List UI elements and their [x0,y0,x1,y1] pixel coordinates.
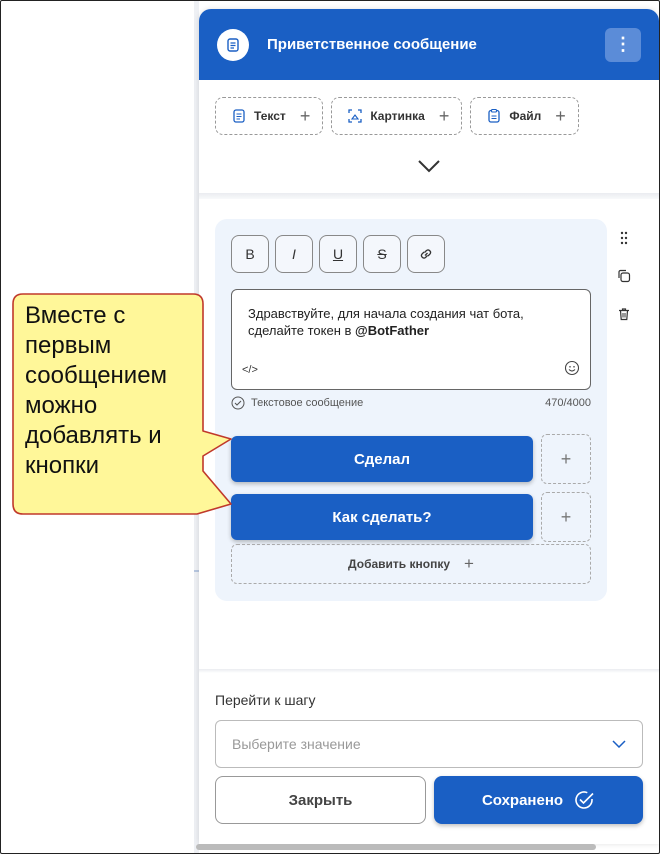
close-button[interactable]: Закрыть [215,776,426,824]
add-text-button[interactable]: Текст + [215,97,324,135]
tool-label: Картинка [370,109,425,123]
code-icon[interactable]: </> [242,362,258,379]
panel-header: Приветственное сообщение ⋮ [199,9,659,80]
link-icon [420,249,432,259]
add-file-button[interactable]: Файл + [470,97,579,135]
message-text-line1: Здравствуйте, для начала создания чат бо… [248,306,524,321]
chevron-down-icon [612,740,626,748]
bold-button[interactable]: B [231,235,269,273]
message-meta: Текстовое сообщение 470/4000 [231,396,591,410]
trash-icon[interactable] [615,303,633,325]
horizontal-scrollbar[interactable] [196,844,596,850]
message-type-label: Текстовое сообщение [251,397,364,409]
botfather-mention: @BotFather [355,323,430,338]
add-button-button[interactable]: Добавить кнопку + [231,544,591,584]
section-divider [199,193,659,199]
text-doc-icon [233,109,245,123]
copy-icon[interactable] [615,265,633,287]
save-label: Сохранено [481,791,564,809]
file-icon [488,109,500,123]
plus-icon: + [464,554,474,573]
save-button[interactable]: Сохранено [434,776,643,824]
goto-step-label: Перейти к шагу [215,692,316,708]
underline-button[interactable]: U [319,235,357,273]
emoji-icon[interactable] [564,360,580,380]
check-circle-icon [575,791,594,809]
message-side-actions [615,227,633,325]
screenshot-frame: Приветственное сообщение ⋮ Текст + Карти… [0,0,660,854]
add-row-button-plus-icon[interactable]: + [541,434,591,484]
message-icon [217,28,249,61]
add-image-button[interactable]: Картинка + [331,97,463,135]
kebab-menu-button[interactable]: ⋮ [605,27,641,62]
format-toolbar: B I U S [231,235,445,273]
message-text-input[interactable]: Здравствуйте, для начала создания чат бо… [231,289,591,390]
italic-button[interactable]: I [275,235,313,273]
content-type-toolbar: Текст + Картинка + Файл + [215,97,579,135]
add-row-button-plus-icon[interactable]: + [541,492,591,542]
expand-chevron-icon[interactable] [417,159,441,178]
message-card: B I U S Здравствуйте, для начала создани… [215,219,607,601]
reply-button-done[interactable]: Сделал [231,436,533,482]
callout-text: Вместе с первым сообщением можно добавля… [25,302,168,479]
tool-label: Файл [509,109,542,123]
check-circle-icon [231,396,245,410]
step-editor-panel: Приветственное сообщение ⋮ Текст + Карти… [199,9,659,844]
plus-icon: + [555,105,566,126]
message-text-line2: сделайте токен в @BotFather [248,323,430,338]
tool-label: Текст [254,109,286,123]
drag-handle-icon[interactable] [615,227,633,249]
plus-icon: + [438,105,450,126]
plus-icon: + [299,105,311,126]
goto-step-select[interactable]: Выберите значение [215,720,643,768]
link-button[interactable] [407,235,445,273]
add-button-label: Добавить кнопку [348,557,451,571]
strikethrough-button[interactable]: S [363,235,401,273]
panel-title: Приветственное сообщение [267,36,477,53]
footer-divider [199,669,659,673]
image-scan-icon [348,109,362,123]
select-placeholder: Выберите значение [232,736,361,752]
reply-button-how[interactable]: Как сделать? [231,494,533,540]
char-counter: 470/4000 [545,397,591,409]
